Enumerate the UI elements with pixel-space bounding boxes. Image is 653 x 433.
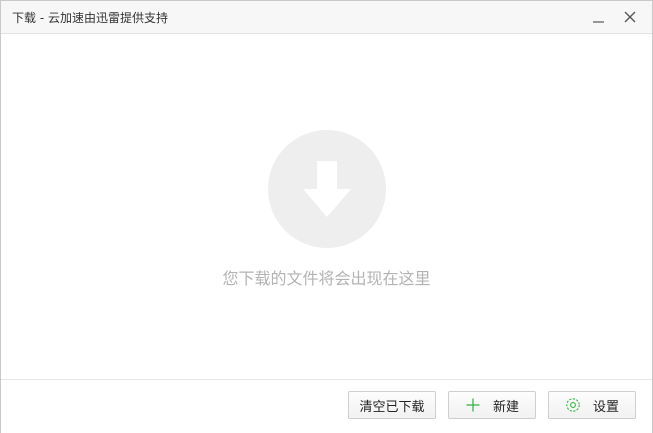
footer-toolbar: 清空已下载 新建 设置 [1, 379, 652, 433]
minimize-icon [593, 21, 604, 23]
minimize-button[interactable] [588, 6, 610, 28]
download-list-area: 您下载的文件将会出现在这里 [1, 34, 652, 379]
gear-icon [565, 397, 581, 413]
clear-downloaded-button[interactable]: 清空已下载 [348, 391, 436, 419]
close-icon [624, 11, 636, 23]
new-download-button[interactable]: 新建 [448, 391, 536, 419]
clear-downloaded-label: 清空已下载 [359, 399, 425, 415]
settings-button[interactable]: 设置 [548, 391, 636, 419]
download-window: 下载 - 云加速由迅雷提供支持 您下载的文件将会出现在这里 清空已下载 新建 设… [0, 0, 653, 433]
new-download-label: 新建 [492, 399, 519, 415]
plus-icon [465, 397, 481, 413]
settings-label: 设置 [592, 399, 619, 415]
close-button[interactable] [619, 6, 641, 28]
title-bar[interactable]: 下载 - 云加速由迅雷提供支持 [1, 1, 652, 34]
window-title: 下载 - 云加速由迅雷提供支持 [12, 11, 168, 25]
empty-state-message: 您下载的文件将会出现在这里 [222, 269, 431, 288]
download-arrow-icon [267, 129, 387, 249]
